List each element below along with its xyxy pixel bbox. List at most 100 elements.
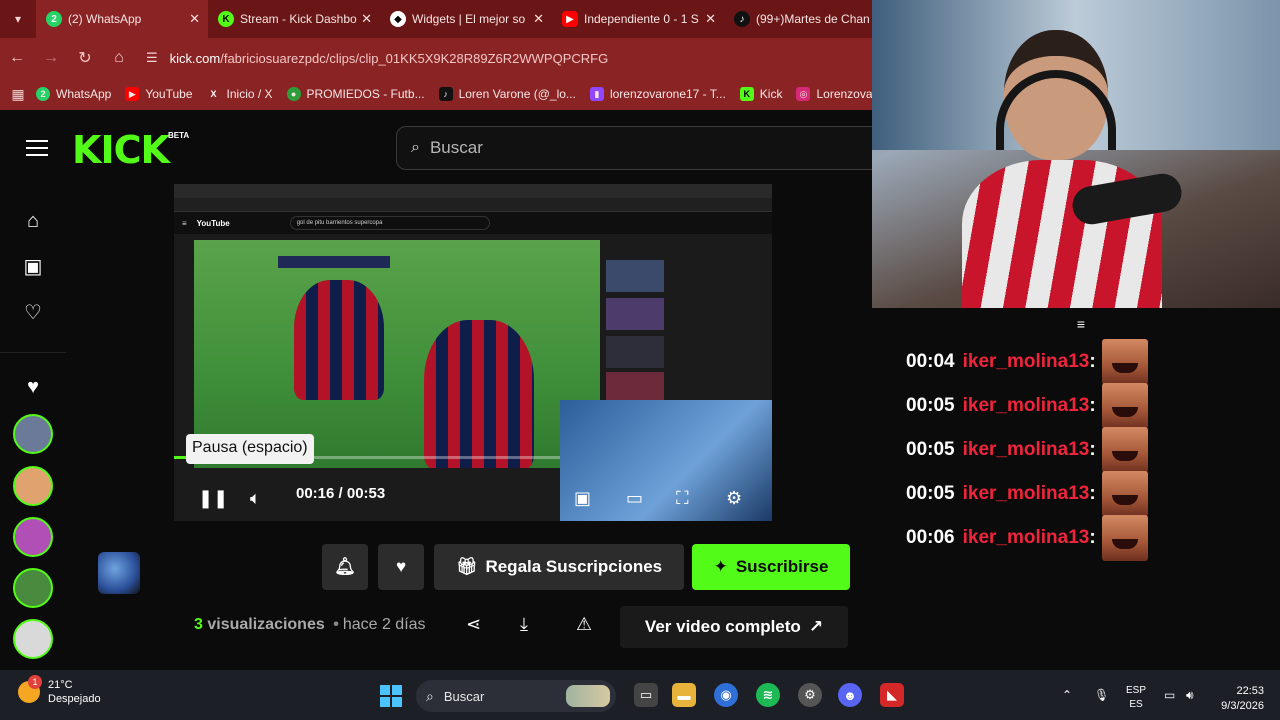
tiktok-icon: ♪: [734, 11, 750, 27]
chat-message: 00:05 iker_molina13:: [906, 383, 1148, 429]
bookmark-youtube[interactable]: ▶ YouTube: [125, 87, 193, 101]
footballer: [424, 320, 534, 468]
browse-icon[interactable]: ▣: [22, 256, 44, 278]
chevron-up-icon[interactable]: ⌃: [1062, 688, 1072, 702]
subscribe-label: Suscribirse: [735, 557, 829, 576]
chat-colon: :: [1089, 439, 1096, 460]
taskbar-search-label: Buscar: [443, 688, 485, 704]
chat-username[interactable]: iker_molina13: [963, 395, 1090, 417]
channel-avatar[interactable]: [98, 552, 140, 594]
tab-tiktok[interactable]: ♪ (99+)Martes de Chan: [724, 0, 896, 38]
views-count: 3: [194, 616, 203, 633]
forward-icon[interactable]: →: [34, 49, 68, 67]
tab-whatsapp[interactable]: 2 (2) WhatsApp ✕: [36, 0, 208, 38]
kick-logo[interactable]: KICK: [72, 128, 170, 172]
keyboard-layout: ES: [1129, 699, 1143, 710]
chat-username[interactable]: iker_molina13: [963, 527, 1090, 549]
views-label: visualizaciones: [207, 616, 325, 633]
widgets-icon: ◆: [390, 11, 406, 27]
chat-message: 00:06 iker_molina13:: [906, 515, 1148, 561]
avatar[interactable]: [13, 466, 53, 506]
file-explorer-icon[interactable]: ▬: [672, 683, 696, 707]
bookmark-tiktok[interactable]: ♪ Loren Varone (@_lo...: [438, 87, 576, 101]
instagram-icon: ◎: [796, 87, 811, 101]
bookmark-instagram[interactable]: ◎ Lorenzovar: [796, 87, 877, 101]
clock-date: 9/3/2026: [1221, 700, 1264, 712]
task-view-icon[interactable]: ▭: [634, 683, 658, 707]
video-content: ≡ YouTube gol de pitu barrientos superco…: [174, 212, 772, 234]
tab-search-chevron-icon[interactable]: ▾: [0, 0, 36, 38]
promiedos-icon: ●: [286, 87, 301, 101]
video-player[interactable]: ≡ YouTube gol de pitu barrientos superco…: [174, 184, 772, 521]
menu-icon: ≡: [182, 218, 187, 228]
language-indicator[interactable]: ESP ES: [1126, 684, 1146, 712]
tab-kick-dashboard[interactable]: K Stream - Kick Dashbo ✕: [208, 0, 380, 38]
footballer: [294, 280, 384, 400]
avatar[interactable]: [13, 517, 53, 557]
system-clock[interactable]: 22:53 9/3/2026: [1210, 684, 1264, 714]
tab-title: Widgets | El mejor so: [412, 12, 526, 26]
avatar[interactable]: [13, 619, 53, 659]
site-settings-icon[interactable]: ☰: [146, 50, 158, 66]
drag-handle-icon[interactable]: ≡: [1072, 316, 1090, 332]
chat-username[interactable]: iker_molina13: [963, 483, 1090, 505]
close-icon[interactable]: ✕: [533, 11, 544, 27]
fullscreen-icon[interactable]: ⛶: [676, 488, 689, 509]
bookmark-label: Kick: [759, 87, 783, 101]
url-field[interactable]: ☰ kick.com/fabriciosuarezpdc/clips/clip_…: [146, 50, 608, 66]
pip-icon[interactable]: ▣: [574, 488, 591, 509]
steam-icon[interactable]: ⚙: [798, 683, 822, 707]
chat-username[interactable]: iker_molina13: [963, 351, 1090, 373]
subscribe-button[interactable]: ✦ Suscribirse: [692, 544, 850, 590]
taskbar-search[interactable]: ⌕ Buscar: [416, 680, 616, 712]
gift-subscriptions-button[interactable]: 🎁︎ Regala Suscripciones: [434, 544, 684, 590]
bookmark-kick[interactable]: K Kick: [739, 87, 783, 101]
chat-colon: :: [1089, 351, 1096, 372]
theater-icon[interactable]: ▭: [626, 488, 643, 509]
tab-widgets[interactable]: ◆ Widgets | El mejor so ✕: [380, 0, 552, 38]
discord-icon[interactable]: ☻: [838, 683, 862, 707]
close-icon[interactable]: ✕: [189, 11, 200, 27]
bookmark-x[interactable]: X Inicio / X: [207, 87, 273, 101]
microphone-icon[interactable]: 🎙︎: [1094, 688, 1109, 702]
home-icon[interactable]: ⌂: [22, 210, 44, 232]
streaming-app-icon[interactable]: ◣: [880, 683, 904, 707]
menu-icon[interactable]: [26, 140, 48, 161]
close-icon[interactable]: ✕: [705, 11, 716, 27]
close-icon[interactable]: ✕: [361, 11, 372, 27]
kick-header: KICK BETA ⌕ Buscar: [0, 110, 886, 186]
report-icon[interactable]: ⚠: [576, 614, 592, 635]
following-heart-icon[interactable]: ♡: [22, 302, 44, 324]
reload-icon[interactable]: ↻: [68, 48, 102, 68]
avatar[interactable]: [13, 414, 53, 454]
weather-widget[interactable]: 1 21°C Despejado: [18, 675, 101, 706]
pause-icon[interactable]: ❚❚: [198, 488, 228, 509]
settings-icon[interactable]: ⚙: [726, 488, 742, 509]
chat-message: 00:05 iker_molina13:: [906, 471, 1148, 517]
chat-username[interactable]: iker_molina13: [963, 439, 1090, 461]
back-icon[interactable]: ←: [0, 49, 34, 67]
apps-grid-icon[interactable]: ▦: [0, 86, 36, 103]
avatar[interactable]: [13, 568, 53, 608]
bookmark-label: Inicio / X: [226, 87, 273, 101]
download-icon[interactable]: ⤓: [520, 614, 528, 635]
tab-title: (2) WhatsApp: [68, 12, 142, 26]
search-highlight-image: [566, 685, 610, 707]
chrome-icon[interactable]: ◉: [714, 683, 738, 707]
volume-icon[interactable]: 🔊︎: [1186, 688, 1194, 703]
spotify-icon[interactable]: ≋: [756, 683, 780, 707]
volume-icon[interactable]: 🔈︎: [250, 488, 261, 509]
bookmark-label: lorenzovarone17 - T...: [609, 87, 726, 101]
bookmark-twitch[interactable]: ▮ lorenzovarone17 - T...: [589, 87, 726, 101]
home-icon[interactable]: ⌂: [102, 49, 136, 67]
bookmark-promiedos[interactable]: ● PROMIEDOS - Futb...: [286, 87, 425, 101]
tab-youtube[interactable]: ▶ Independiente 0 - 1 S ✕: [552, 0, 724, 38]
network-icon[interactable]: ▭: [1164, 688, 1175, 702]
search-input[interactable]: ⌕ Buscar: [396, 126, 886, 170]
notifications-button[interactable]: 🔔︎: [322, 544, 368, 590]
follow-button[interactable]: ♥: [378, 544, 424, 590]
bookmark-whatsapp[interactable]: 2 WhatsApp: [36, 87, 111, 101]
share-icon[interactable]: ⋖: [466, 614, 481, 635]
watch-full-video-button[interactable]: Ver video completo ↗: [620, 606, 848, 648]
windows-start-icon[interactable]: [380, 685, 402, 707]
